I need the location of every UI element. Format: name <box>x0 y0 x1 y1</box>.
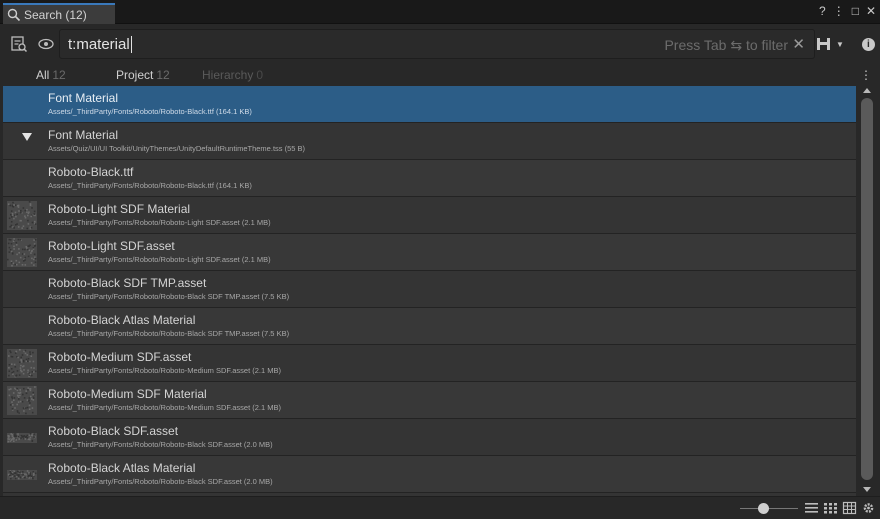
result-path: Assets/_ThirdParty/Fonts/Roboto/Roboto-B… <box>48 107 252 116</box>
result-label: Roboto-Light SDF Material <box>48 202 191 216</box>
result-label: Roboto-Black SDF TMP.asset <box>48 276 207 290</box>
close-icon[interactable]: ✕ <box>866 4 876 18</box>
chevron-down-icon[interactable]: ▼ <box>836 40 844 49</box>
tab-project-label: Project <box>116 68 154 82</box>
result-row[interactable]: Roboto-Black SDF TMP.asset Assets/_ThirdP… <box>3 271 856 308</box>
result-row[interactable]: Roboto-Light SDF.asset Assets/_ThirdParty… <box>3 234 856 271</box>
more-options-icon[interactable]: ⋮ <box>860 68 872 82</box>
search-bar-right-tools: ▼ i <box>816 36 875 52</box>
grid-view-icon[interactable] <box>823 501 838 515</box>
result-label: Roboto-Light SDF.asset <box>48 239 175 253</box>
text-caret <box>130 36 132 53</box>
search-window-tab[interactable]: Search (12) <box>3 3 115 24</box>
result-label: Font Material <box>48 128 119 142</box>
scroll-down-arrow-icon[interactable] <box>863 487 871 492</box>
filter-tabs: All 12 Project 12 Hierarchy 0 ⋮ <box>0 64 880 86</box>
result-path: Assets/_ThirdParty/Fonts/Roboto/Roboto-L… <box>48 255 271 264</box>
results-list: Font Material Assets/_ThirdParty/Fonts/Ro… <box>3 86 856 496</box>
result-path: Assets/_ThirdParty/Fonts/Roboto/Roboto-B… <box>48 477 273 486</box>
filter-hint: Press Tab ⇆ to filter <box>664 37 788 53</box>
list-view-icon[interactable] <box>804 501 819 515</box>
font-atlas-thumbnail-icon <box>7 433 37 443</box>
zoom-slider-track[interactable] <box>740 508 798 509</box>
tab-all[interactable]: All 12 <box>36 68 66 82</box>
font-atlas-thumbnail-icon <box>7 386 37 415</box>
result-label: Roboto-Black SDF.asset <box>48 424 179 438</box>
table-view-icon[interactable] <box>842 501 857 515</box>
tab-all-label: All <box>36 68 50 82</box>
search-bar: t:material Press Tab ⇆ to filter ✕ ▼ i <box>0 24 880 64</box>
result-path: Assets/_ThirdParty/Fonts/Roboto/Roboto-B… <box>48 440 273 449</box>
result-label: Roboto-Medium SDF Material <box>48 387 207 401</box>
maximize-icon[interactable]: □ <box>852 4 859 18</box>
result-row[interactable]: Font Material Assets/Quiz/UI/UI Toolkit/U… <box>3 123 856 160</box>
result-label: Roboto-Medium SDF.asset <box>48 350 192 364</box>
saved-searches-icon[interactable] <box>816 36 834 52</box>
result-row[interactable]: Roboto-Black Atlas Material Assets/_Third… <box>3 456 856 493</box>
tab-all-count: 12 <box>52 68 66 82</box>
result-label: Roboto-Black Atlas Material <box>48 313 196 327</box>
scrollbar-thumb[interactable] <box>861 98 873 480</box>
tab-hierarchy-count: 0 <box>256 68 264 82</box>
tab-project[interactable]: Project 12 <box>116 68 170 82</box>
view-mode-buttons <box>804 501 876 515</box>
search-window-icon[interactable] <box>10 35 28 53</box>
search-query: t:material <box>68 36 130 53</box>
result-path: Assets/_ThirdParty/Fonts/Roboto/Roboto-M… <box>48 366 282 375</box>
window-controls: ? ⋮ □ ✕ <box>819 4 876 18</box>
search-input[interactable]: t:material Press Tab ⇆ to filter ✕ <box>59 29 815 59</box>
status-bar <box>0 496 880 519</box>
help-icon[interactable]: ? <box>819 4 826 18</box>
vertical-scrollbar[interactable] <box>858 86 876 496</box>
result-row[interactable]: Roboto-Black.ttf Assets/_ThirdParty/Fonts… <box>3 160 856 197</box>
result-path: Assets/_ThirdParty/Fonts/Roboto/Roboto-B… <box>48 329 290 338</box>
result-path: Assets/_ThirdParty/Fonts/Roboto/Roboto-M… <box>48 403 282 412</box>
search-icon <box>7 8 21 21</box>
result-row[interactable]: Roboto-Medium SDF Material Assets/_ThirdP… <box>3 382 856 419</box>
view-toggle-icon[interactable] <box>38 37 54 51</box>
result-label: Roboto-Black.ttf <box>48 165 134 179</box>
stylesheet-triangle-icon <box>22 133 32 141</box>
result-path: Assets/Quiz/UI/UI Toolkit/UnityThemes/Un… <box>48 144 306 153</box>
result-path: Assets/_ThirdParty/Fonts/Roboto/Roboto-B… <box>48 292 290 301</box>
result-row-selected[interactable]: Font Material Assets/_ThirdParty/Fonts/Ro… <box>3 86 856 123</box>
tab-project-count: 12 <box>156 68 170 82</box>
scroll-up-arrow-icon[interactable] <box>863 88 871 93</box>
font-atlas-thumbnail-icon <box>7 470 37 480</box>
title-bar: Search (12) ? ⋮ □ ✕ <box>0 0 880 24</box>
tab-hierarchy[interactable]: Hierarchy 0 <box>202 68 263 82</box>
zoom-slider-knob[interactable] <box>757 503 769 514</box>
font-atlas-thumbnail-icon <box>7 238 37 267</box>
settings-icon[interactable] <box>861 501 876 515</box>
result-row[interactable]: Roboto-Light SDF Material Assets/_ThirdPa… <box>3 197 856 234</box>
result-path: Assets/_ThirdParty/Fonts/Roboto/Roboto-L… <box>48 218 271 227</box>
result-path: Assets/_ThirdParty/Fonts/Roboto/Roboto-B… <box>48 181 252 190</box>
search-query-wrap: t:material <box>68 36 132 53</box>
info-icon[interactable]: i <box>861 37 875 51</box>
tab-hierarchy-label: Hierarchy <box>202 68 254 82</box>
tab-title: Search (12) <box>24 7 87 22</box>
more-icon[interactable]: ⋮ <box>833 4 845 18</box>
result-row[interactable]: Roboto-Black SDF.asset Assets/_ThirdParty… <box>3 419 856 456</box>
result-row[interactable]: Roboto-Black Atlas Material Assets/_Third… <box>3 308 856 345</box>
clear-search-button[interactable]: ✕ <box>792 35 805 53</box>
font-atlas-thumbnail-icon <box>7 349 37 378</box>
result-label: Font Material <box>48 91 119 105</box>
result-label: Roboto-Black Atlas Material <box>48 461 196 475</box>
result-row[interactable]: Roboto-Medium SDF.asset Assets/_ThirdPart… <box>3 345 856 382</box>
font-atlas-thumbnail-icon <box>7 201 37 230</box>
